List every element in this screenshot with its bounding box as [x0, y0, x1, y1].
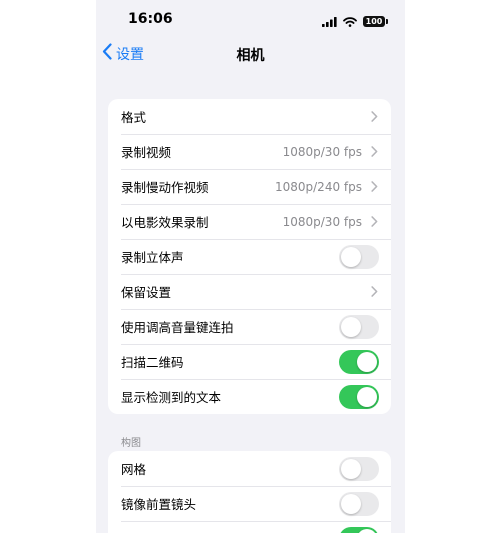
status-icons: 100	[322, 12, 388, 31]
settings-group-main: 格式 录制视频 1080p/30 fps 录制慢动作视频 1080p/240 f…	[108, 99, 391, 414]
stereo-toggle[interactable]	[339, 244, 379, 269]
chevron-right-icon	[367, 110, 381, 124]
row-scan-qr: 扫描二维码	[108, 344, 391, 379]
row-label: 网格	[121, 462, 147, 477]
row-label: 录制慢动作视频	[121, 180, 209, 195]
settings-screen: 16:06 100 设置 相机 格式 录制视频 1080p/30 fps 录制慢…	[96, 0, 405, 533]
detected-text-toggle[interactable]	[339, 384, 379, 409]
row-label: 录制立体声	[121, 250, 184, 265]
row-record-cinematic[interactable]: 以电影效果录制 1080p/30 fps	[108, 204, 391, 239]
status-time: 16:06	[128, 11, 173, 27]
row-record-stereo: 录制立体声	[108, 239, 391, 274]
partial-row-toggle[interactable]	[339, 526, 379, 533]
chevron-right-icon	[367, 180, 381, 194]
toggle-knob	[341, 493, 361, 514]
settings-group-composition: 网格 镜像前置镜头	[108, 451, 391, 533]
row-mirror-front-camera: 镜像前置镜头	[108, 486, 391, 521]
wifi-icon	[343, 12, 357, 31]
row-record-video[interactable]: 录制视频 1080p/30 fps	[108, 134, 391, 169]
row-value: 1080p/30 fps	[282, 144, 362, 159]
row-label: 扫描二维码	[121, 355, 184, 370]
chevron-right-icon	[367, 215, 381, 229]
toggle-knob	[341, 316, 361, 337]
row-label: 镜像前置镜头	[121, 497, 197, 512]
chevron-right-icon	[367, 145, 381, 159]
row-grid: 网格	[108, 451, 391, 486]
row-format[interactable]: 格式	[108, 99, 391, 134]
volume-burst-toggle[interactable]	[339, 314, 379, 339]
grid-toggle[interactable]	[339, 456, 379, 481]
row-preserve-settings[interactable]: 保留设置	[108, 274, 391, 309]
row-label: 使用调高音量键连拍	[121, 320, 234, 335]
row-value: 1080p/30 fps	[282, 214, 362, 229]
chevron-right-icon	[367, 285, 381, 299]
page-title: 相机	[236, 48, 265, 64]
toggle-knob	[341, 246, 361, 267]
row-show-detected-text: 显示检测到的文本	[108, 379, 391, 414]
row-label: 保留设置	[121, 285, 172, 300]
toggle-knob	[357, 528, 377, 533]
battery-icon: 100	[363, 16, 388, 27]
mirror-front-toggle[interactable]	[339, 491, 379, 516]
toggle-knob	[357, 351, 377, 372]
status-bar: 16:06 100	[96, 0, 405, 40]
scan-qr-toggle[interactable]	[339, 349, 379, 374]
toggle-knob	[357, 386, 377, 407]
row-value: 1080p/240 fps	[274, 179, 362, 194]
row-partial	[108, 521, 391, 533]
row-label: 以电影效果录制	[121, 215, 209, 230]
toggle-knob	[341, 458, 361, 479]
row-label: 录制视频	[121, 145, 172, 160]
row-label: 格式	[121, 110, 147, 125]
cellular-signal-icon	[322, 12, 337, 31]
row-record-slo-mo[interactable]: 录制慢动作视频 1080p/240 fps	[108, 169, 391, 204]
navigation-bar: 设置 相机	[96, 40, 405, 70]
row-label: 显示检测到的文本	[121, 390, 222, 405]
row-volume-up-burst: 使用调高音量键连拍	[108, 309, 391, 344]
section-header-composition: 构图	[121, 438, 141, 449]
